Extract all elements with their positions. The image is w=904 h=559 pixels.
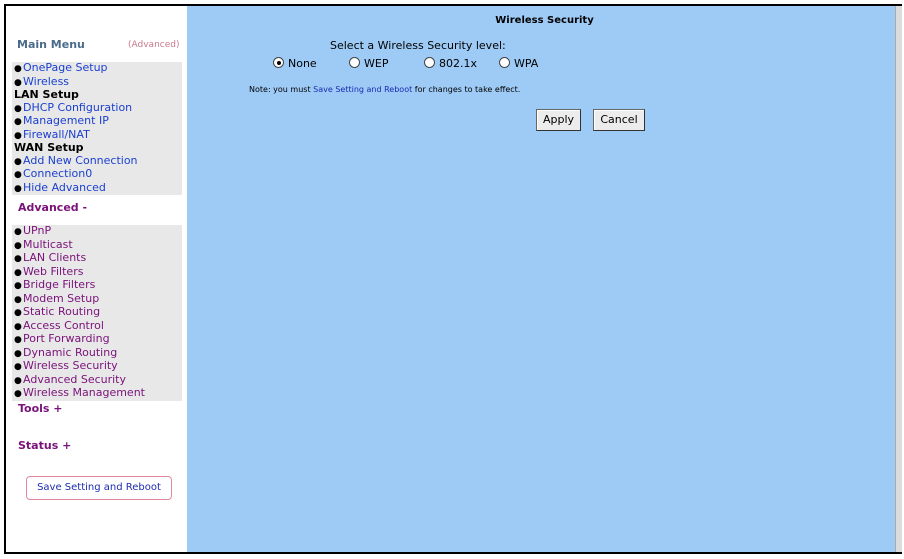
browser-frame: Main Menu (Advanced) ●OnePage Setup ●Wir… [4, 4, 902, 554]
menu-item-multicast[interactable]: ●Multicast [12, 238, 182, 253]
menu-item-firewall-nat[interactable]: ●Firewall/NAT [12, 128, 182, 143]
main-menu-heading: Main Menu [17, 38, 85, 51]
menu-item-port-forwarding[interactable]: ●Port Forwarding [12, 332, 182, 347]
menu-item-add-new-connection[interactable]: ●Add New Connection [12, 154, 182, 169]
status-section-title[interactable]: Status + [18, 439, 71, 452]
security-level-label: Select a Wireless Security level: [330, 39, 506, 52]
menu-item-management-ip[interactable]: ●Management IP [12, 114, 182, 129]
menu-item-hide-advanced[interactable]: ●Hide Advanced [12, 181, 182, 196]
menu-item-onepage-setup[interactable]: ●OnePage Setup [12, 61, 182, 76]
menu-item-upnp[interactable]: ●UPnP [12, 224, 182, 239]
note-save-reboot-link[interactable]: Save Setting and Reboot [313, 85, 412, 94]
vertical-scrollbar[interactable] [895, 6, 902, 552]
radio-none[interactable]: None [273, 57, 317, 70]
advanced-section-title[interactable]: Advanced - [18, 201, 87, 214]
page-title: Wireless Security [495, 15, 594, 26]
reboot-note: Note: you must Save Setting and Reboot f… [249, 85, 521, 94]
tools-section-title[interactable]: Tools + [18, 402, 63, 415]
radio-unselected-icon [424, 57, 435, 68]
advanced-menu-block: ●UPnP ●Multicast ●LAN Clients ●Web Filte… [12, 224, 182, 401]
menu-item-dhcp-configuration[interactable]: ●DHCP Configuration [12, 101, 182, 116]
radio-unselected-icon [349, 57, 360, 68]
menu-item-advanced-security[interactable]: ●Advanced Security [12, 373, 182, 388]
menu-item-web-filters[interactable]: ●Web Filters [12, 265, 182, 280]
radio-wpa[interactable]: WPA [499, 57, 538, 70]
radio-unselected-icon [499, 57, 510, 68]
menu-item-wireless[interactable]: ●Wireless [12, 75, 182, 90]
main-content: Wireless Security Select a Wireless Secu… [187, 6, 902, 552]
radio-selected-icon [273, 57, 284, 68]
menu-item-wireless-security[interactable]: ●Wireless Security [12, 359, 182, 374]
menu-item-connection0[interactable]: ●Connection0 [12, 167, 182, 182]
menu-item-modem-setup[interactable]: ●Modem Setup [12, 292, 182, 307]
save-setting-and-reboot-button[interactable]: Save Setting and Reboot [26, 476, 172, 500]
menu-item-dynamic-routing[interactable]: ●Dynamic Routing [12, 346, 182, 361]
cancel-button[interactable]: Cancel [593, 109, 645, 131]
sidebar: Main Menu (Advanced) ●OnePage Setup ●Wir… [6, 6, 187, 552]
apply-button[interactable]: Apply [536, 109, 581, 131]
radio-wep[interactable]: WEP [349, 57, 388, 70]
main-menu-block: ●OnePage Setup ●Wireless LAN Setup ●DHCP… [12, 61, 182, 196]
radio-802-1x[interactable]: 802.1x [424, 57, 477, 70]
menu-item-wireless-management[interactable]: ●Wireless Management [12, 386, 182, 401]
menu-item-bridge-filters[interactable]: ●Bridge Filters [12, 278, 182, 293]
menu-item-access-control[interactable]: ●Access Control [12, 319, 182, 334]
menu-item-lan-clients[interactable]: ●LAN Clients [12, 251, 182, 266]
menu-item-static-routing[interactable]: ●Static Routing [12, 305, 182, 320]
advanced-mode-label[interactable]: (Advanced) [128, 40, 179, 50]
